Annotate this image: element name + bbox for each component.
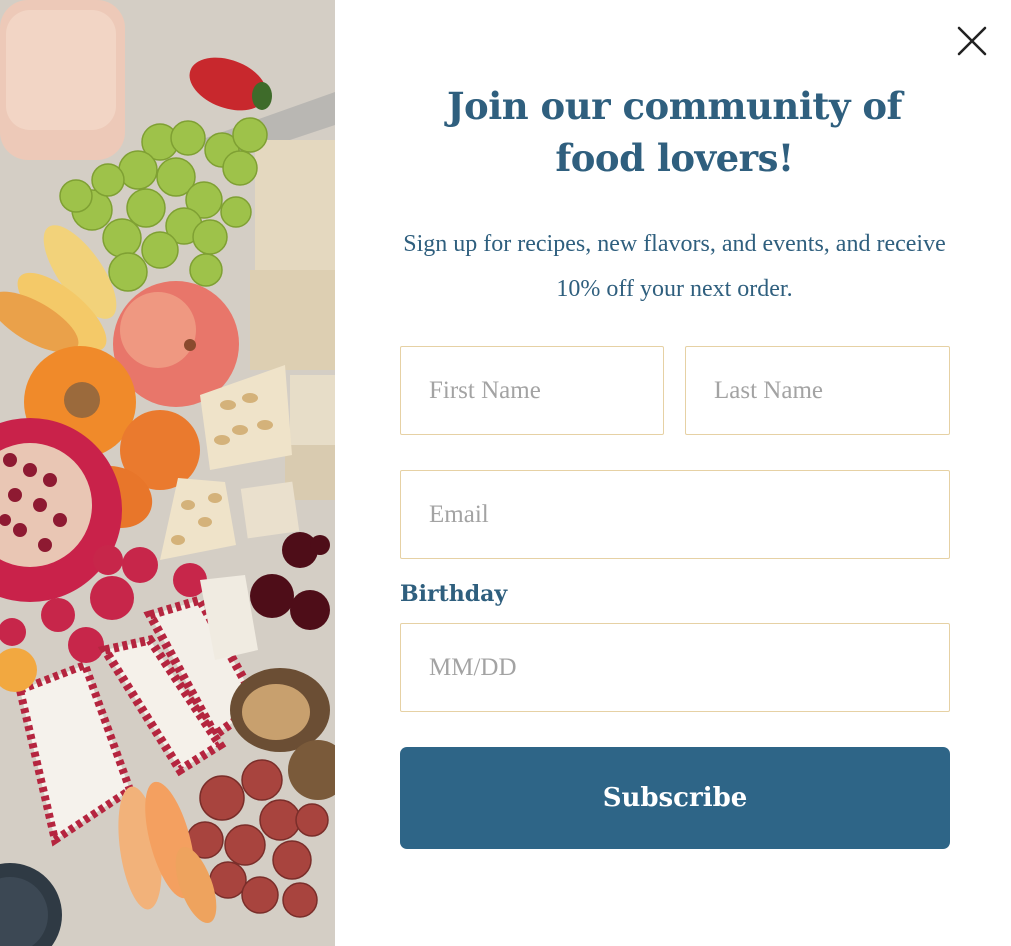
food-platter-illustration bbox=[0, 0, 335, 946]
signup-form-panel: Join our community of food lovers! Sign … bbox=[335, 0, 1011, 946]
birthday-input[interactable] bbox=[400, 623, 950, 712]
birthday-label: Birthday bbox=[400, 581, 508, 607]
subscribe-button[interactable]: Subscribe bbox=[400, 747, 950, 849]
signup-popup: Join our community of food lovers! Sign … bbox=[0, 0, 1011, 946]
close-icon bbox=[957, 26, 987, 56]
last-name-input[interactable] bbox=[685, 346, 950, 435]
close-button[interactable] bbox=[955, 24, 989, 58]
popup-subtext: Sign up for recipes, new flavors, and ev… bbox=[403, 231, 946, 302]
popup-headline: Join our community of food lovers! bbox=[447, 84, 902, 180]
first-name-input[interactable] bbox=[400, 346, 664, 435]
email-input[interactable] bbox=[400, 470, 950, 559]
food-platter-image bbox=[0, 0, 335, 946]
